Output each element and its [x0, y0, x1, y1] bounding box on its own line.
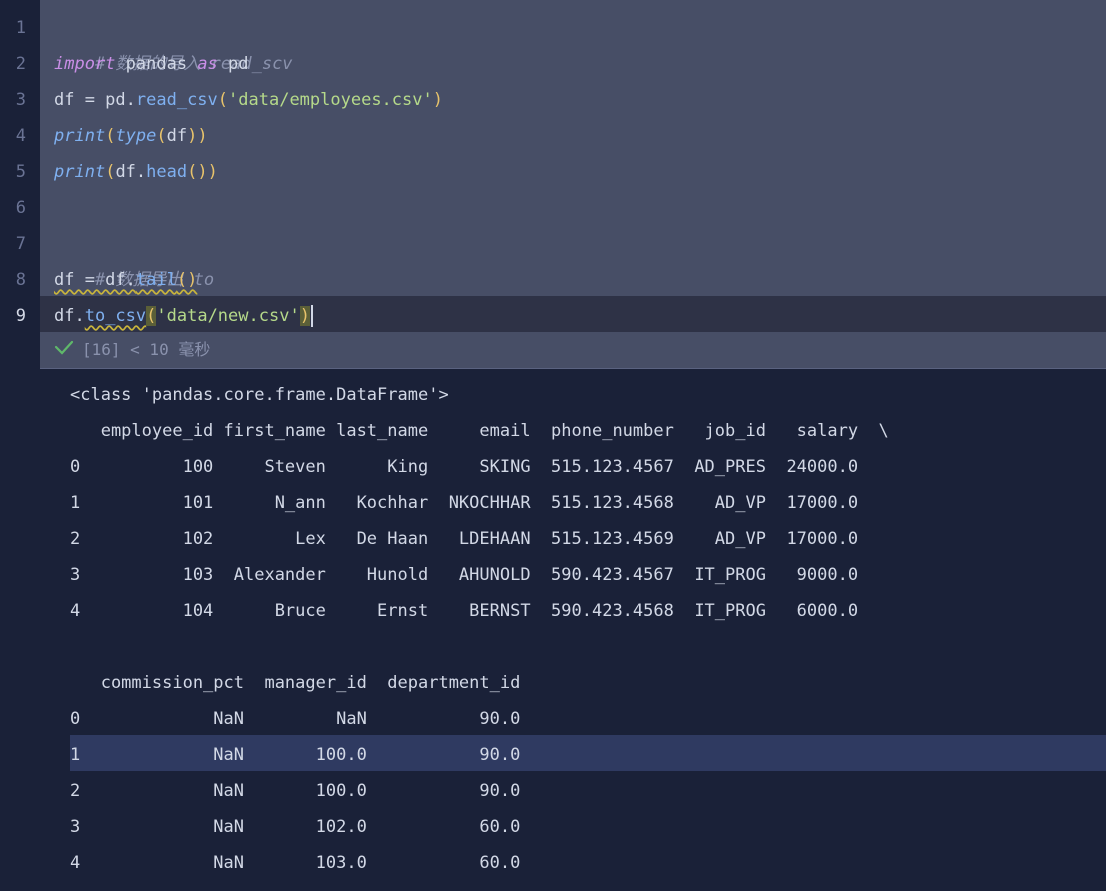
line-number: 2	[15, 54, 26, 74]
line-number: 7	[15, 234, 26, 254]
code-line-9[interactable]: df.to_csv('data/new.csv')	[54, 298, 313, 334]
code-line-4[interactable]: print(type(df))	[54, 118, 208, 154]
code-line-5[interactable]: print(df.head())	[54, 154, 218, 190]
line-number-current: 9	[15, 306, 26, 326]
execution-time: [16] < 10 毫秒	[82, 340, 211, 359]
output-table-row: 3 103 Alexander Hunold AHUNOLD 590.423.4…	[70, 565, 859, 585]
line-number: 4	[15, 126, 26, 146]
code-line-3[interactable]: df = pd.read_csv('data/employees.csv')	[54, 82, 443, 118]
paren: (	[217, 90, 229, 110]
paren: (	[105, 162, 116, 182]
paren: ())	[187, 162, 218, 182]
string-literal: 'data/employees.csv'	[228, 90, 433, 110]
function-name: head	[146, 162, 188, 182]
code-text: df.	[115, 162, 147, 182]
output-table-row: 2 102 Lex De Haan LDEHAAN 515.123.4569 A…	[70, 529, 859, 549]
keyword-as: as	[197, 54, 218, 74]
output-table-row: 1 NaN 100.0 90.0	[70, 745, 521, 765]
paren: )	[432, 90, 443, 110]
text-cursor	[310, 305, 313, 327]
execution-status: [16] < 10 毫秒	[54, 336, 210, 364]
builtin-function: print	[54, 126, 106, 146]
module-name: pandas	[115, 54, 198, 74]
line-number: 6	[15, 198, 26, 218]
code-text: df	[166, 126, 188, 146]
code-cell[interactable]: # 数据的导入 read_scv import pandas as pd df …	[40, 0, 1106, 369]
line-number: 5	[15, 162, 26, 182]
code-text: df = df.	[54, 270, 136, 290]
code-text: df = pd.	[54, 90, 136, 110]
output-table-row: 0 100 Steven King SKING 515.123.4567 AD_…	[70, 457, 859, 477]
output-header-row: employee_id first_name last_name email p…	[70, 421, 889, 441]
paren: (	[146, 306, 157, 326]
builtin-function: print	[54, 162, 106, 182]
code-line-2[interactable]: import pandas as pd	[54, 46, 249, 82]
output-line: <class 'pandas.core.frame.DataFrame'>	[70, 385, 449, 405]
output-table-row: 0 NaN NaN 90.0	[70, 709, 521, 729]
paren: (	[156, 126, 167, 146]
line-number: 8	[15, 270, 26, 290]
function-name: read_csv	[135, 90, 218, 110]
paren: (	[105, 126, 116, 146]
check-icon	[54, 336, 74, 364]
paren: ()	[176, 270, 198, 290]
line-number: 3	[15, 90, 26, 110]
function-name: to_csv	[84, 306, 147, 326]
paren: )	[299, 306, 310, 326]
output-header-row: commission_pct manager_id department_id	[70, 673, 521, 693]
line-number: 1	[15, 18, 26, 38]
builtin-function: type	[115, 126, 157, 146]
output-table-row: 2 NaN 100.0 90.0	[70, 781, 521, 801]
paren: ))	[187, 126, 208, 146]
output-table-row: 4 104 Bruce Ernst BERNST 590.423.4568 IT…	[70, 601, 859, 621]
code-line-7[interactable]: # 数据导出 to	[54, 226, 214, 290]
keyword-import: import	[54, 54, 116, 74]
output-table-row: 3 NaN 102.0 60.0	[70, 817, 521, 837]
code-line-8[interactable]: df = df.tail()	[54, 262, 197, 298]
function-name: tail	[135, 270, 177, 290]
line-number-gutter: 1 2 3 4 5 6 7 8 9	[0, 0, 40, 368]
output-table-row: 4 NaN 103.0 60.0	[70, 853, 521, 873]
output-table-row: 1 101 N_ann Kochhar NKOCHHAR 515.123.456…	[70, 493, 859, 513]
code-line-1[interactable]: # 数据的导入 read_scv	[54, 10, 293, 74]
alias-name: pd	[217, 54, 249, 74]
string-literal: 'data/new.csv'	[156, 306, 300, 326]
code-text: df.	[54, 306, 85, 326]
